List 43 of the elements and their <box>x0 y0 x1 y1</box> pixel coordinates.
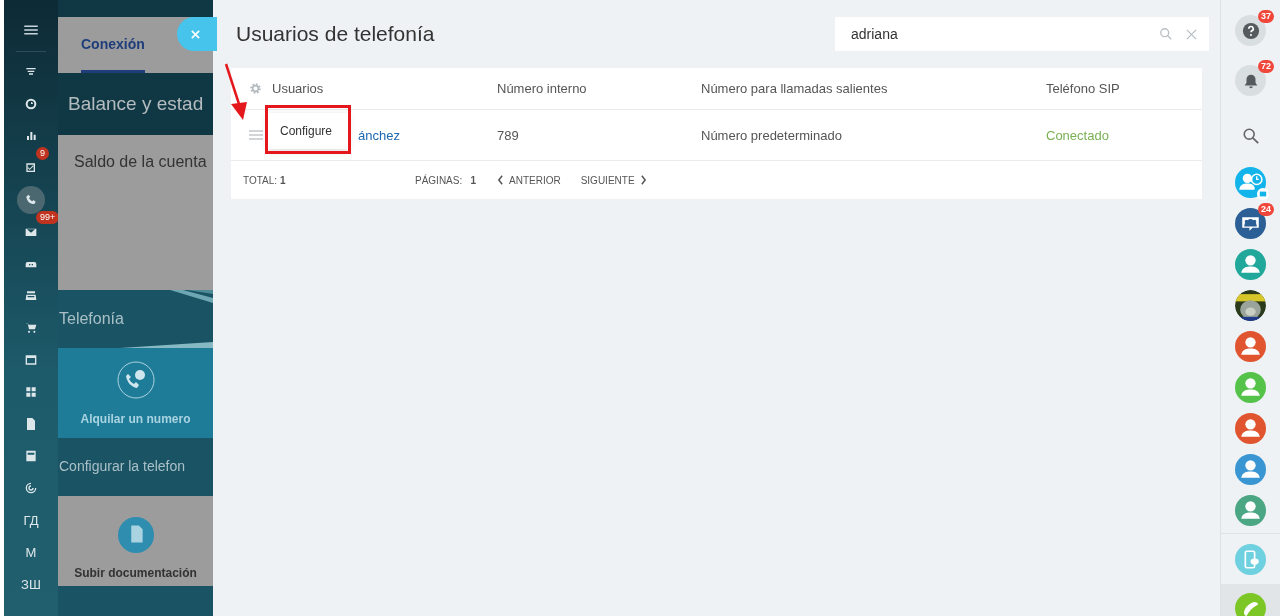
search-icon[interactable] <box>1241 127 1260 145</box>
target-icon <box>23 480 39 496</box>
user-link[interactable]: ánchez <box>358 127 400 143</box>
column-header: Teléfono SIP <box>1046 81 1120 96</box>
contact-avatar[interactable] <box>1235 331 1266 362</box>
phone-coin-icon <box>115 360 156 400</box>
count-badge: 24 <box>1258 203 1274 216</box>
count-badge: 72 <box>1258 60 1274 73</box>
section-heading: Telefonía <box>58 309 124 329</box>
close-icon <box>189 28 201 40</box>
grid-icon <box>23 384 39 400</box>
column-header: Número para llamadas salientes <box>701 81 889 96</box>
contact-avatar[interactable] <box>1235 249 1266 280</box>
handset-icon <box>1243 601 1258 616</box>
count-badge: 9 <box>36 147 49 160</box>
upload-documents-button[interactable]: Subir documentación <box>58 496 213 586</box>
contact-avatar[interactable] <box>1235 495 1266 526</box>
section-heading: Balance y estad <box>67 92 204 116</box>
panel-title: Usuarios de telefonía <box>236 22 435 46</box>
mail-icon <box>1257 188 1269 200</box>
total-count: TOTAL: 1 <box>243 174 287 186</box>
contact-avatar[interactable] <box>1235 454 1266 485</box>
cart-icon <box>23 320 39 336</box>
page-count: PÁGINAS: 1 <box>415 174 478 186</box>
window-icon <box>23 352 39 368</box>
section-heading: Configurar la telefon <box>58 457 186 476</box>
column-header: Usuarios <box>272 81 325 96</box>
nav-item[interactable]: ЗШ <box>17 570 45 598</box>
menu-item[interactable]: Configure <box>280 124 333 138</box>
column-header: Número interno <box>497 81 588 96</box>
next-link[interactable]: SIGUIENTE <box>580 174 647 186</box>
count-badge: 37 <box>1258 10 1274 23</box>
question-icon <box>1241 21 1260 40</box>
chevron-right-icon <box>639 175 647 185</box>
status-text: Conectado <box>1046 127 1109 143</box>
table-cell-text: 789 <box>497 127 520 143</box>
card-title: Saldo de la cuenta <box>74 153 207 171</box>
nav-item[interactable]: ГД <box>17 506 45 534</box>
previous-link[interactable]: ANTERIOR <box>497 174 561 186</box>
contact-avatar[interactable] <box>1235 413 1266 444</box>
chevron-left-icon <box>497 175 504 185</box>
nav-item[interactable]: М <box>17 538 45 566</box>
table-cell-text: Número predeterminado <box>701 127 843 143</box>
